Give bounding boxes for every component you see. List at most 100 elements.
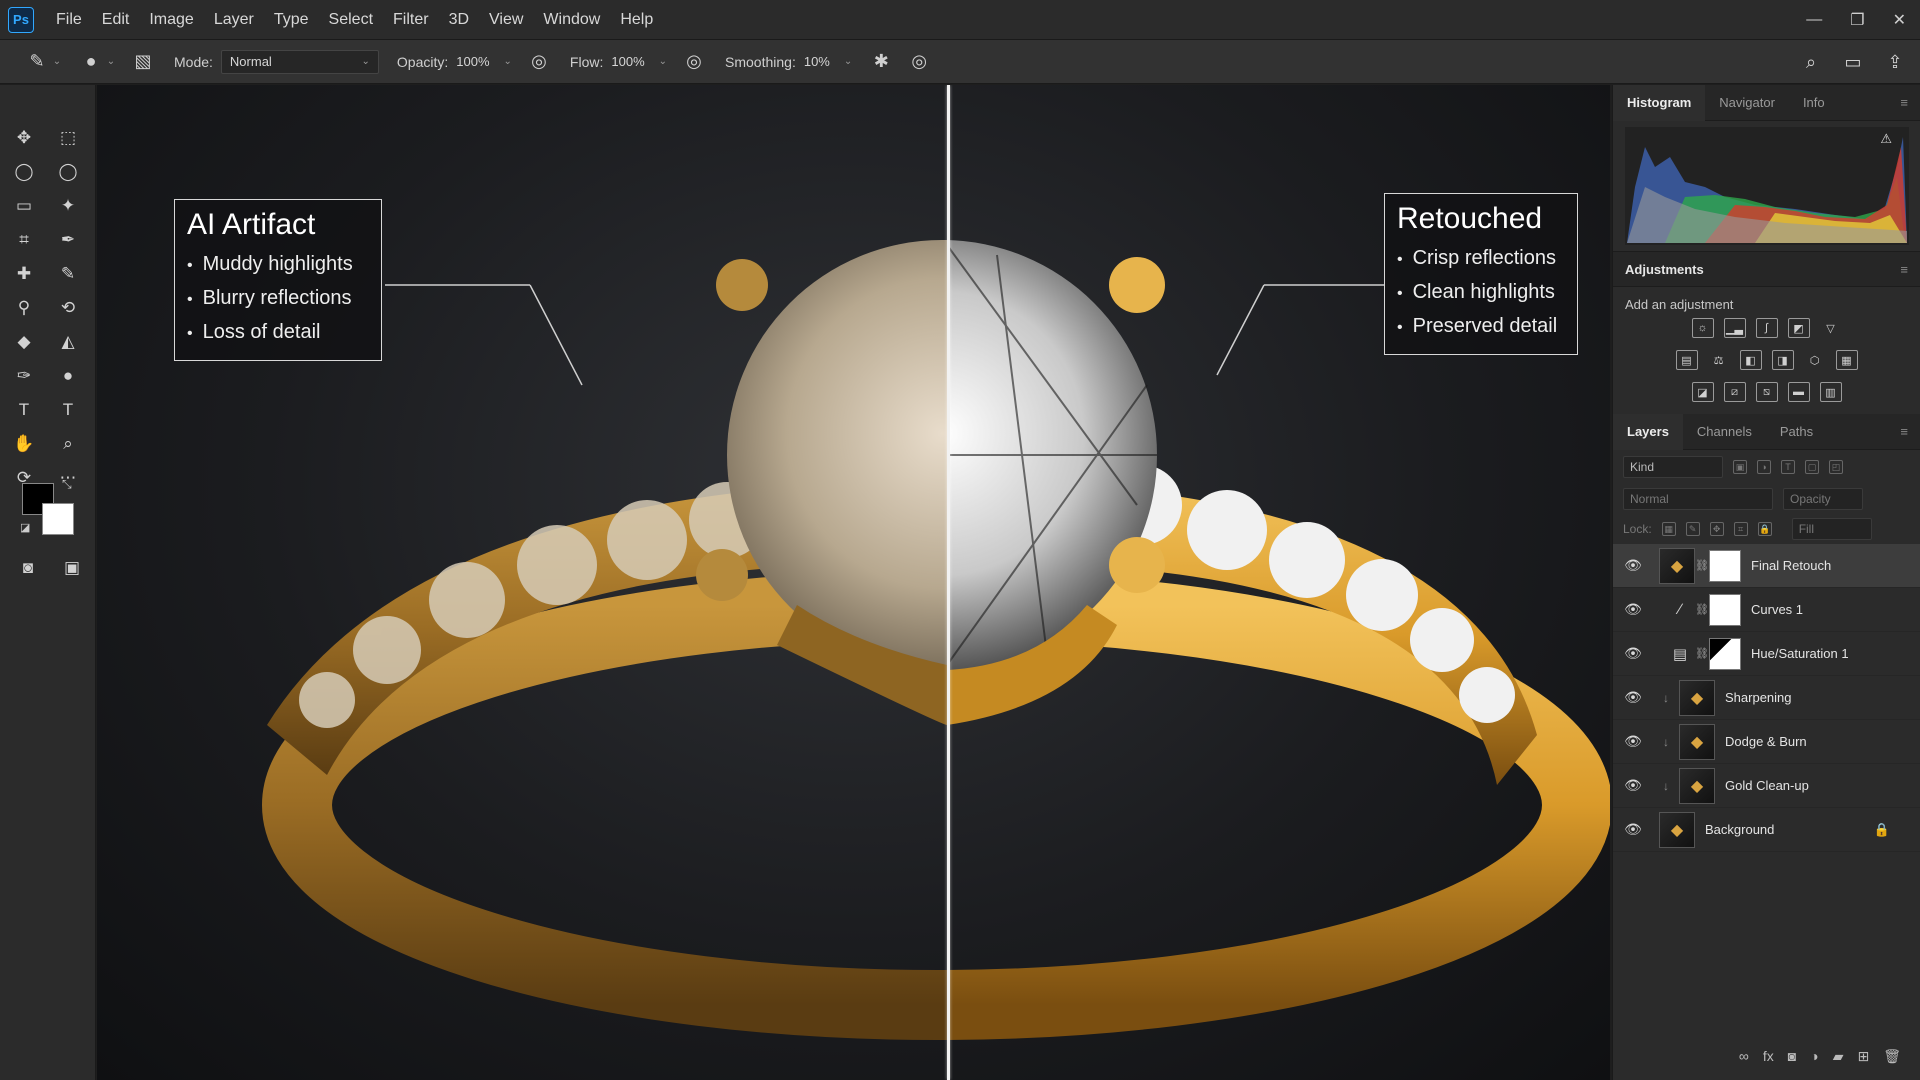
filter-pixel-icon[interactable]: ▣ [1733,460,1747,474]
warning-icon[interactable]: ⚠ [1880,131,1892,147]
threshold-icon[interactable]: ⧅ [1755,382,1778,402]
mode-select[interactable]: Normal ⌄ [220,49,379,74]
layer-row[interactable]: 👁 ↓ ◆ Dodge & Burn [1613,720,1920,764]
new-group-icon[interactable]: ▰ [1833,1048,1844,1065]
lock-icon[interactable]: 🔒 [1874,822,1890,838]
smoothing-settings-icon[interactable]: ✱ [868,49,894,75]
tab-info[interactable]: Info [1789,85,1839,121]
search-icon[interactable]: ⌕ [1798,49,1824,75]
magic-wand-icon[interactable]: ✦ [50,193,86,219]
layer-row[interactable]: 👁 ∕ ⛓ Curves 1 [1613,588,1920,632]
eye-icon[interactable]: 👁 [1613,777,1653,794]
default-colors-icon[interactable]: ◪ [20,521,30,534]
share-icon[interactable]: ⇪ [1882,49,1908,75]
tab-channels[interactable]: Channels [1683,414,1766,450]
pressure-opacity-icon[interactable]: ◎ [526,49,552,75]
layer-filter-kind-select[interactable]: Kind [1623,456,1723,478]
lock-position-icon[interactable]: ✥ [1709,522,1724,536]
color-balance-icon[interactable]: ⚖ [1708,350,1730,370]
brush-tool-icon[interactable]: ✎ [50,261,86,287]
menu-window[interactable]: Window [533,11,610,29]
eyedropper-icon[interactable]: ✒ [50,227,86,253]
restore-button[interactable]: ❐ [1850,10,1864,30]
lock-image-icon[interactable]: ✎ [1685,522,1700,536]
link-icon[interactable]: ⛓ [1695,603,1709,616]
layer-mask-thumbnail[interactable] [1709,637,1741,670]
layer-row[interactable]: 👁 ▤ ⛓ Hue/Saturation 1 [1613,632,1920,676]
link-icon[interactable]: ⛓ [1695,647,1709,660]
close-button[interactable]: ✕ [1893,10,1906,30]
layer-opacity-field[interactable]: Opacity [1783,488,1863,510]
hand-tool-icon[interactable]: ✋ [6,431,42,457]
eye-icon[interactable]: 👁 [1613,733,1653,750]
tab-histogram[interactable]: Histogram [1613,84,1706,121]
exposure-icon[interactable]: ◩ [1787,318,1810,338]
opacity-field[interactable]: 100% ⌄ [456,54,512,69]
document-canvas[interactable]: AI Artifact Muddy highlights Blurry refl… [97,85,1610,1080]
menu-3d[interactable]: 3D [439,11,479,29]
eye-icon[interactable]: 👁 [1613,601,1653,618]
eye-icon[interactable]: 👁 [1613,821,1653,838]
hue-saturation-icon[interactable]: ▤ [1675,350,1698,370]
brush-preset-icon[interactable]: ✎ [24,49,50,75]
lock-transparent-icon[interactable]: ▦ [1661,522,1676,536]
swap-colors-icon[interactable]: ⤡ [62,477,72,492]
photo-filter-icon[interactable]: ◨ [1771,350,1794,370]
menu-layer[interactable]: Layer [204,11,264,29]
menu-help[interactable]: Help [610,11,663,29]
screen-mode-icon[interactable]: ▣ [54,555,90,581]
new-layer-icon[interactable]: ⊞ [1857,1048,1869,1065]
smoothing-field[interactable]: 10% ⌄ [804,54,852,69]
panel-menu-icon[interactable]: ≡ [1900,95,1908,110]
minimize-button[interactable]: — [1806,11,1822,29]
lasso-tool-icon[interactable]: ◯ [6,159,42,185]
menu-filter[interactable]: Filter [383,11,439,29]
airbrush-icon[interactable]: ◎ [681,49,707,75]
pen-tool-icon[interactable]: ✑ [6,363,42,389]
layer-row[interactable]: 👁 ↓ ◆ Gold Clean-up [1613,764,1920,808]
clone-stamp-icon[interactable]: ⚲ [6,295,42,321]
type-tool-icon[interactable]: T [6,397,42,423]
delete-layer-icon[interactable]: 🗑 [1883,1048,1901,1065]
tab-layers[interactable]: Layers [1613,413,1683,450]
layer-mask-thumbnail[interactable] [1709,593,1741,626]
marquee-tool-icon[interactable]: ⬚ [50,125,86,151]
menu-file[interactable]: File [46,11,92,29]
workspace-icon[interactable]: ▭ [1840,49,1866,75]
layer-mask-thumbnail[interactable] [1709,549,1741,582]
brush-settings-icon[interactable]: ▧ [130,49,156,75]
lock-artboard-icon[interactable]: ⌗ [1733,522,1748,536]
panel-menu-icon[interactable]: ≡ [1900,262,1908,277]
layer-row[interactable]: 👁 ◆ ⛓ Final Retouch [1613,544,1920,588]
chevron-down-icon[interactable]: ⌄ [50,49,64,75]
eye-icon[interactable]: 👁 [1613,645,1653,662]
layer-row[interactable]: 👁 ↓ ◆ Sharpening [1613,676,1920,720]
lock-all-icon[interactable]: 🔒 [1757,522,1772,536]
layer-row[interactable]: 👁 ◆ Background 🔒 [1613,808,1920,852]
link-layers-icon[interactable]: ∞ [1739,1048,1749,1064]
add-mask-icon[interactable]: ◙ [1788,1048,1796,1064]
pressure-size-icon[interactable]: ◎ [906,49,932,75]
background-color-swatch[interactable] [42,503,74,535]
eye-icon[interactable]: 👁 [1613,557,1653,574]
fill-field[interactable]: Fill [1791,518,1872,540]
curves-icon[interactable]: ∫ [1755,318,1778,338]
vertical-type-icon[interactable]: T [50,397,86,423]
paint-bucket-icon[interactable]: ◭ [50,329,86,355]
zoom-tool-icon[interactable]: ⌕ [50,431,86,457]
polygonal-lasso-icon[interactable]: ▭ [6,193,42,219]
brightness-contrast-icon[interactable]: ☼ [1691,318,1714,338]
eraser-icon[interactable]: ◆ [6,329,42,355]
move-tool-icon[interactable]: ✥ [6,125,42,151]
brush-size-icon[interactable]: ● [78,49,104,75]
tab-paths[interactable]: Paths [1766,414,1827,450]
tab-navigator[interactable]: Navigator [1705,85,1789,121]
channel-mixer-icon[interactable]: ⬡ [1804,350,1826,370]
quick-mask-icon[interactable]: ◙ [10,555,46,581]
menu-edit[interactable]: Edit [92,11,140,29]
filter-adjustment-icon[interactable]: ◑ [1757,460,1771,474]
chevron-down-icon[interactable]: ⌄ [104,49,118,75]
color-lookup-icon[interactable]: ▦ [1835,350,1858,370]
ellipse-marquee-icon[interactable]: ◯ [50,159,86,185]
flow-field[interactable]: 100% ⌄ [611,54,667,69]
